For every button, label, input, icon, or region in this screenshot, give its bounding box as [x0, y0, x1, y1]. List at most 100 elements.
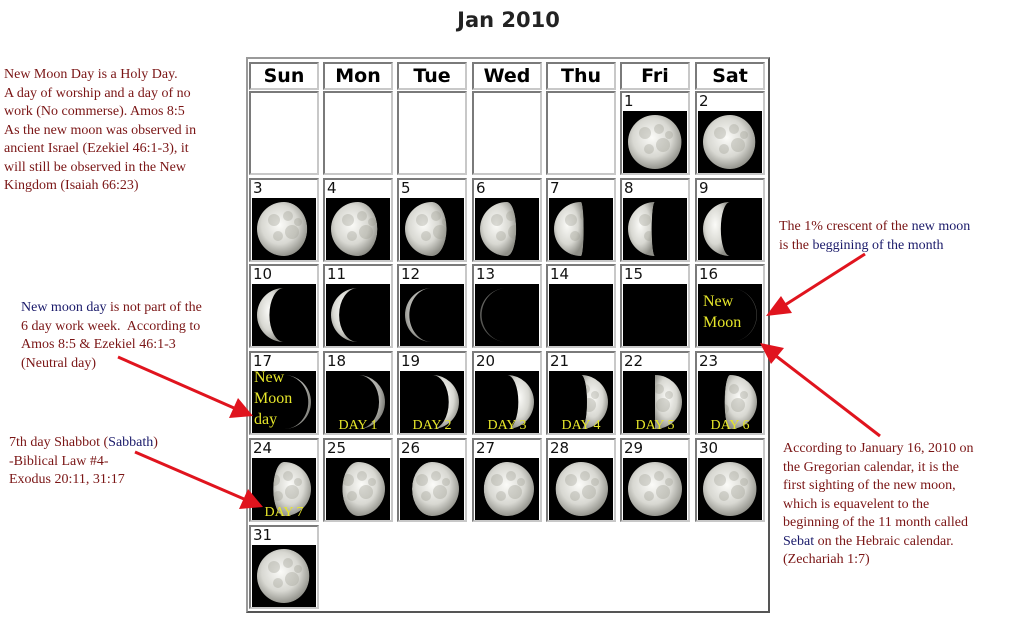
empty-day-cell	[397, 91, 467, 175]
day-cell[interactable]: 31	[249, 525, 319, 609]
day-number: 9	[699, 179, 709, 197]
moon-phase-image: DAY 7	[252, 458, 316, 520]
label-line: New	[254, 371, 285, 386]
moon-icon	[554, 462, 608, 516]
moon-phase-image: DAY 2	[400, 371, 464, 433]
day-number: 19	[401, 352, 421, 370]
day-cell[interactable]: 1	[620, 91, 690, 175]
day-cell[interactable]: 2	[695, 91, 765, 175]
day-cell[interactable]: 27	[472, 438, 542, 522]
moon-phase-image	[698, 458, 762, 520]
moon-icon	[331, 462, 385, 516]
day-number: 13	[476, 265, 496, 283]
moon-phase-image	[623, 284, 687, 346]
calendar-grid: Sun Mon Tue Wed Thu Fri Sat 1 2 3 4 5 6 7 8 9 10 1…	[246, 57, 770, 613]
day-number: 26	[401, 439, 421, 457]
weekday-header-thu: Thu	[546, 62, 616, 90]
moon-phase-image: New Moon	[698, 284, 762, 346]
moon-phase-image	[698, 111, 762, 173]
work-day-label: DAY 1	[338, 418, 378, 433]
moon-icon	[628, 462, 682, 516]
day-cell[interactable]: 10	[249, 264, 319, 348]
moon-phase-image: DAY 1	[326, 371, 390, 433]
note-line: As the new moon was observed in	[4, 122, 197, 138]
note-line: New moon day is not part of the	[21, 299, 202, 318]
day-number: 23	[699, 352, 719, 370]
day-cell[interactable]: 4	[323, 178, 393, 262]
note-sighting: According to January 16, 2010 on the Gre…	[783, 440, 974, 570]
moon-icon	[405, 288, 432, 342]
day-cell[interactable]: 13	[472, 264, 542, 348]
day-cell[interactable]: 11	[323, 264, 393, 348]
day-number: 27	[476, 439, 496, 457]
day-cell[interactable]: 14	[546, 264, 616, 348]
note-line: A day of worship and a day of no	[4, 85, 191, 101]
day-cell[interactable]: 21 DAY 4	[546, 351, 616, 435]
day-cell[interactable]: 20 DAY 3	[472, 351, 542, 435]
note-crescent: The 1% crescent of the new moon is the b…	[779, 218, 970, 255]
day-cell[interactable]: 22 DAY 5	[620, 351, 690, 435]
day-cell[interactable]: 3	[249, 178, 319, 262]
day-number: 6	[476, 179, 486, 197]
day-cell[interactable]: 8	[620, 178, 690, 262]
note-line: the Gregorian calendar, it is the	[783, 459, 959, 475]
note-highlight: beggining of the month	[812, 237, 944, 253]
day-number: 3	[253, 179, 263, 197]
day-cell[interactable]: 19 DAY 2	[397, 351, 467, 435]
note-line: 7th day Shabbot (Sabbath)	[9, 434, 158, 453]
work-day-label: DAY 2	[412, 418, 452, 433]
day-cell[interactable]: 29	[620, 438, 690, 522]
empty-day-cell	[323, 91, 393, 175]
day-cell[interactable]: 9	[695, 178, 765, 262]
day-cell[interactable]: 23 DAY 6	[695, 351, 765, 435]
day-cell[interactable]: 16 New Moon	[695, 264, 765, 348]
note-line: beginning of the 11 month called	[783, 515, 968, 530]
work-day-label: DAY 4	[561, 418, 601, 433]
moon-phase-image	[400, 458, 464, 520]
day-cell[interactable]: 26	[397, 438, 467, 522]
work-day-label: DAY 6	[710, 418, 750, 433]
weekday-header-fri: Fri	[620, 62, 690, 90]
note-line: ancient Israel (Ezekiel 46:1-3), it	[4, 141, 189, 156]
moon-phase-image: DAY 5	[623, 371, 687, 433]
moon-phase-image	[475, 284, 539, 346]
day-number: 7	[550, 179, 560, 197]
moon-phase-image	[326, 198, 390, 260]
moon-icon	[554, 202, 608, 256]
weekday-header-wed: Wed	[472, 62, 542, 90]
day-number: 30	[699, 439, 719, 457]
moon-phase-image	[326, 458, 390, 520]
day-cell[interactable]: 12	[397, 264, 467, 348]
calendar-title: Jan 2010	[457, 8, 560, 32]
moon-phase-image	[475, 458, 539, 520]
day-cell[interactable]: 18 DAY 1	[323, 351, 393, 435]
note-highlight: Sebat	[783, 533, 815, 549]
day-cell[interactable]: 28	[546, 438, 616, 522]
moon-phase-image	[400, 284, 464, 346]
day-cell[interactable]: 17 New Moon day	[249, 351, 319, 435]
day-number: 28	[550, 439, 570, 457]
day-cell[interactable]: 5	[397, 178, 467, 262]
day-number: 16	[699, 265, 719, 283]
label-line: Moon	[703, 314, 742, 331]
day-cell[interactable]: 6	[472, 178, 542, 262]
day-cell[interactable]: 30	[695, 438, 765, 522]
note-line: Exodus 20:11, 31:17	[9, 472, 125, 487]
weekday-header-tue: Tue	[397, 62, 467, 90]
day-cell[interactable]: 24 DAY 7	[249, 438, 319, 522]
moon-icon	[480, 202, 534, 256]
note-text: is not part of the	[106, 300, 202, 315]
moon-icon	[703, 462, 757, 516]
moon-icon	[628, 202, 682, 256]
moon-phase-image: DAY 3	[475, 371, 539, 433]
day-cell[interactable]: 7	[546, 178, 616, 262]
moon-icon	[331, 202, 385, 256]
moon-icon	[480, 462, 534, 516]
moon-phase-image	[400, 198, 464, 260]
day-number: 10	[253, 265, 273, 283]
day-number: 2	[699, 92, 709, 110]
day-cell[interactable]: 15	[620, 264, 690, 348]
day-cell[interactable]: 25	[323, 438, 393, 522]
label-line: day	[254, 411, 278, 428]
arrow-crescent-to-16	[766, 252, 866, 316]
